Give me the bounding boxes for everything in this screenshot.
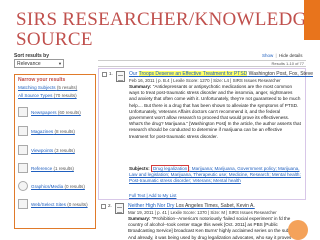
subjects-label: Subjects: — [129, 166, 150, 171]
magazine-icon — [18, 126, 28, 136]
slide-title-line1: SIRS RESEARCHER/KNOWLEDGE — [16, 9, 319, 30]
narrow-item-newspapers[interactable]: Newspapers (60 results) — [31, 110, 81, 115]
narrow-item-label: Viewpoints — [31, 148, 54, 153]
subject-link-drug-legalization[interactable]: Drug legalization — [150, 165, 190, 172]
summary-label: Summary: — [128, 216, 151, 221]
narrow-item-label: Graphics/Media — [31, 184, 64, 189]
result-subjects: Subjects: Drug legalization; Marijuana; … — [129, 165, 301, 185]
narrow-item-label: Reference — [31, 166, 53, 171]
narrow-item-count: (70 results) — [53, 93, 77, 98]
narrow-item-magazines[interactable]: Magazines (8 results) — [31, 129, 75, 134]
sort-select[interactable]: Relevance ▼ — [14, 59, 64, 68]
narrow-item-label: Web/Select Sites — [31, 202, 66, 207]
newspaper-icon — [18, 107, 28, 117]
narrow-item-label: Newspapers — [31, 110, 57, 115]
narrow-item-graphics-media[interactable]: Graphics/Media (0 results) — [31, 184, 85, 189]
slide-title: SIRS RESEARCHER/KNOWLEDGE SOURCE — [16, 10, 319, 50]
divider: | — [275, 53, 277, 58]
details-toggle: Show | Hide details — [262, 53, 303, 58]
narrow-item-all-source-types[interactable]: All Source Types (70 results) — [18, 93, 77, 98]
select-checkbox[interactable] — [102, 72, 107, 77]
result-meta: Feb 16, 2011 | p. B.4 | Lexile Score: 12… — [129, 78, 281, 83]
document-icon — [116, 71, 125, 82]
result-meta: Mar 19, 2011 | p. 41 | Lexile Score: 137… — [128, 210, 277, 215]
result-title-text: Neither High Nor Dry — [128, 203, 175, 209]
narrow-item-label: Magazines — [31, 129, 54, 134]
result-actions[interactable]: Full Text | Add to My List — [129, 193, 176, 198]
narrow-item-count: (5 results) — [56, 85, 78, 90]
narrow-item-count: (0 results) — [67, 202, 88, 207]
narrow-item-label: All Source Types — [18, 93, 53, 98]
select-checkbox[interactable] — [101, 204, 106, 209]
narrow-item-label: Matching Subjects — [18, 85, 56, 90]
narrow-item-web-select-sites[interactable]: Web/Select Sites (0 results) — [31, 202, 88, 207]
pagination-text: Results 1-10 of 77 — [271, 61, 304, 66]
decorative-orange-bar — [304, 0, 320, 40]
result-number: 2. — [108, 203, 112, 208]
result-title-link[interactable]: Our Troops Deserve an Effective Treatmen… — [129, 71, 313, 77]
sort-selected-value: Relevance — [17, 61, 41, 67]
narrow-item-viewpoints[interactable]: Viewpoints (3 results) — [31, 148, 75, 153]
narrow-results-heading: Narrow your results — [18, 77, 66, 83]
chevron-down-icon: ▼ — [58, 61, 62, 66]
result-title-highlight: Troops Deserve an Effective Treatment fo… — [138, 71, 248, 77]
hide-details-link[interactable]: Hide — [279, 53, 288, 58]
viewpoint-icon — [18, 145, 28, 155]
result-item-1: 1. Our Troops Deserve an Effective Treat… — [98, 68, 313, 200]
narrow-item-count: (1 results) — [53, 166, 74, 171]
result-title-prefix: Our — [129, 71, 139, 77]
narrow-item-count: (8 results) — [54, 129, 75, 134]
result-summary: Summary: "Antidepressants or antipsychot… — [129, 84, 301, 140]
decorative-orange-dot — [288, 220, 308, 240]
result-summary: Summary: "Prohibition--America's notorio… — [128, 216, 300, 240]
reference-icon — [18, 163, 28, 173]
slide-title-line2: SOURCE — [16, 29, 93, 50]
web-icon — [18, 199, 28, 209]
pagination-bar: Results 1-10 of 77 — [98, 60, 306, 67]
narrow-item-count: (60 results) — [57, 110, 81, 115]
narrow-item-count: (0 results) — [64, 184, 85, 189]
narrow-item-matching-subjects[interactable]: Matching Subjects (5 results) — [18, 85, 77, 90]
narrow-item-count: (3 results) — [54, 148, 75, 153]
summary-text: "Prohibition--America's notoriously 'fai… — [128, 216, 298, 240]
narrow-results-panel: Narrow your results Matching Subjects (5… — [14, 74, 96, 229]
narrow-item-reference[interactable]: Reference (1 results) — [31, 166, 74, 171]
summary-label: Summary: — [129, 84, 152, 89]
result-title-link[interactable]: Neither High Nor Dry Los Angeles Times, … — [128, 203, 255, 209]
media-icon — [18, 181, 28, 191]
result-number: 1. — [109, 71, 113, 76]
result-source: Los Angeles Times, Sabet, Kevin A. — [174, 203, 255, 209]
show-details-link[interactable]: Show — [262, 53, 273, 58]
details-label: details — [289, 53, 303, 58]
result-source: Washington Post, Fox, Steve — [247, 71, 313, 77]
result-action-links[interactable]: Full Text | Add to My List — [129, 193, 176, 198]
document-icon — [115, 203, 124, 214]
summary-text: "Antidepressants or antipsychotic medica… — [129, 84, 301, 139]
